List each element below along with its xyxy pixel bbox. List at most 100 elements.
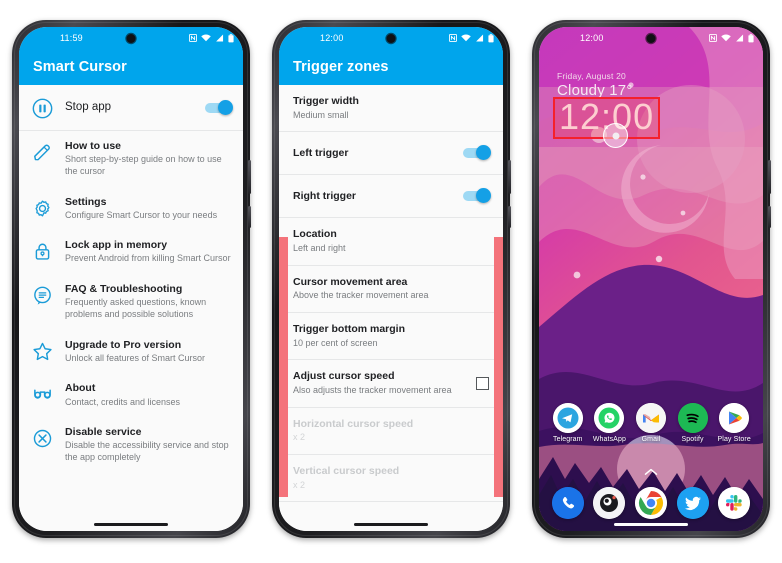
app-label: WhatsApp [592, 436, 626, 443]
pref-trigger-width[interactable]: Trigger width Medium small [279, 85, 503, 131]
list-item-subtitle: Disable the accessibility service and st… [65, 440, 229, 463]
wifi-icon [201, 34, 211, 42]
smart-cursor-pointer[interactable] [603, 123, 628, 148]
pref-text: Adjust cursor speed Also adjusts the tra… [293, 370, 468, 396]
divider [279, 501, 503, 503]
wifi-icon [461, 34, 471, 42]
volume-button[interactable] [248, 160, 251, 194]
list-item-how-to-use[interactable]: How to use Short step-by-step guide on h… [19, 131, 243, 187]
battery-icon [748, 33, 754, 43]
gmail-icon [635, 403, 666, 433]
list-item-title: Disable service [65, 426, 142, 439]
phone-1: 11:59 Smart Cursor Stop app How to use S… [12, 20, 251, 538]
app-bar: Smart Cursor [19, 49, 243, 85]
power-button[interactable] [248, 206, 251, 228]
twitter-icon [676, 487, 709, 519]
power-button[interactable] [768, 206, 771, 228]
camera-punch-hole [126, 34, 136, 43]
lock-info-block: Friday, August 20 Cloudy 17° 12:00 [539, 49, 763, 148]
dock-camera[interactable] [590, 487, 628, 519]
list-item-settings[interactable]: Settings Configure Smart Cursor to your … [19, 187, 243, 231]
home-screen: 12:00 Friday, August 20 Cloudy 17° 12:00… [539, 27, 763, 531]
volume-button[interactable] [768, 160, 771, 194]
page-title: Trigger zones [293, 59, 389, 75]
list-item-title: How to use [65, 140, 122, 152]
list-item-faq-troubleshooting[interactable]: FAQ & Troubleshooting Frequently asked q… [19, 274, 243, 330]
pref-right-trigger[interactable]: Right trigger [279, 175, 503, 217]
lock-clock[interactable]: 12:00 [553, 97, 661, 148]
pref-text: Vertical cursor speed x 2 [293, 465, 489, 491]
left-trigger-toggle[interactable] [463, 145, 491, 161]
dock-phone[interactable] [549, 487, 587, 519]
battery-icon [488, 33, 494, 43]
telegram-icon [552, 403, 583, 433]
dock-slack[interactable] [715, 487, 753, 519]
adjust-cursor-speed-checkbox[interactable] [476, 376, 489, 390]
app-bar: Trigger zones [279, 49, 503, 85]
pref-title: Right trigger [293, 189, 356, 202]
list-item-text: FAQ & Troubleshooting Frequently asked q… [65, 283, 231, 321]
pref-title: Vertical cursor speed [293, 464, 400, 477]
slack-icon [718, 487, 751, 519]
list-item-text: About Contact, credits and licenses [65, 382, 231, 408]
gesture-bar[interactable] [614, 523, 688, 526]
wifi-icon [721, 34, 731, 42]
list-item-subtitle: Configure Smart Cursor to your needs [65, 209, 218, 220]
phone-3: 12:00 Friday, August 20 Cloudy 17° 12:00… [532, 20, 771, 538]
pref-adjust-cursor-speed[interactable]: Adjust cursor speed Also adjusts the tra… [279, 360, 503, 406]
list-item-text: How to use Short step-by-step guide on h… [65, 140, 231, 178]
nfc-icon [449, 34, 457, 42]
app-row[interactable]: Telegram WhatsApp Gmail Spotify Play Sto… [539, 403, 763, 443]
list-item-title: Stop app [65, 101, 112, 114]
app-whatsapp[interactable]: WhatsApp [590, 403, 628, 443]
stop-app-toggle[interactable] [205, 99, 233, 115]
volume-button[interactable] [508, 160, 511, 194]
pref-text: Left trigger [293, 147, 457, 161]
gesture-bar[interactable] [94, 523, 168, 526]
list-item-stop-app[interactable]: Stop app [19, 85, 243, 130]
list-item-subtitle: Frequently asked questions, known proble… [65, 297, 207, 319]
status-icons [189, 33, 234, 43]
gesture-bar[interactable] [354, 523, 428, 526]
camera-icon [593, 487, 626, 519]
app-gmail[interactable]: Gmail [632, 403, 670, 443]
list-item-title: Lock app in memory [65, 239, 168, 252]
list-item-about[interactable]: About Contact, credits and licenses [19, 373, 243, 417]
dock[interactable] [539, 487, 763, 519]
list-item-lock-app-in-memory[interactable]: Lock app in memory Prevent Android from … [19, 230, 243, 274]
power-button[interactable] [508, 206, 511, 228]
app-drawer-chevron-up-icon[interactable] [644, 463, 658, 481]
dock-twitter[interactable] [674, 487, 712, 519]
lock-date: Friday, August 20 [557, 71, 626, 81]
pref-subtitle: Also adjusts the tracker movement area [293, 384, 452, 395]
app-telegram[interactable]: Telegram [549, 403, 587, 443]
list-item-text: Disable service Disable the accessibilit… [65, 426, 231, 464]
toggle-knob [218, 99, 233, 115]
app-label: Spotify [681, 436, 704, 443]
pause-circle-icon [29, 96, 55, 119]
pref-left-trigger[interactable]: Left trigger [279, 132, 503, 174]
trigger-zones-list[interactable]: Trigger width Medium small Left trigger … [279, 85, 503, 531]
status-icons [449, 33, 494, 43]
status-icons [709, 33, 754, 43]
list-item-upgrade-to-pro[interactable]: Upgrade to Pro version Unlock all featur… [19, 330, 243, 374]
pref-text: Horizontal cursor speed x 2 [293, 418, 489, 444]
star-icon [29, 339, 55, 362]
app-play-store[interactable]: Play Store [715, 403, 753, 443]
pref-title: Horizontal cursor speed [293, 417, 414, 430]
chat-faq-icon [29, 283, 55, 306]
app-spotify[interactable]: Spotify [674, 403, 712, 443]
gear-icon [29, 196, 55, 219]
date-weather: Friday, August 20 Cloudy 17° [539, 49, 763, 99]
settings-list[interactable]: Stop app How to use Short step-by-step g… [19, 85, 243, 531]
pref-subtitle: Medium small [293, 109, 349, 120]
list-item-text: Stop app [65, 100, 189, 114]
camera-punch-hole [646, 34, 656, 43]
toggle-knob [476, 145, 491, 161]
right-trigger-toggle[interactable] [463, 188, 491, 204]
list-item-subtitle: Unlock all features of Smart Cursor [65, 352, 206, 363]
dock-chrome[interactable] [632, 487, 670, 519]
toggle-knob [476, 188, 491, 204]
signal-icon [475, 34, 484, 42]
list-item-disable-service[interactable]: Disable service Disable the accessibilit… [19, 417, 243, 473]
